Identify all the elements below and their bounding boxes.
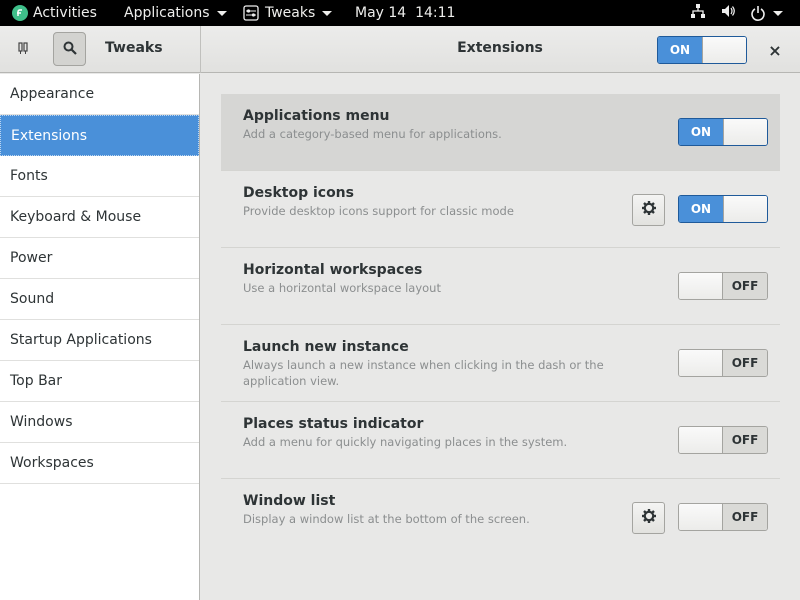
desktop-icons-switch[interactable]: ON [678,195,768,223]
switch-on-label: ON [679,119,723,145]
switch-off-label: OFF [723,427,767,453]
fedora-logo-icon [12,5,28,21]
sidebar: Appearance Extensions Fonts Keyboard & M… [0,74,200,600]
sidebar-item-windows[interactable]: Windows [0,402,199,443]
sidebar-item-fonts[interactable]: Fonts [0,156,199,197]
gear-icon [641,508,657,528]
page-title: Extensions [457,40,543,56]
sidebar-item-label: Startup Applications [10,332,152,348]
header-separator [200,26,201,73]
clock-label: May 14 14:11 [355,5,456,21]
applications-menu-switch[interactable]: ON [678,118,768,146]
extension-description: Add a category-based menu for applicatio… [243,127,502,141]
sidebar-item-workspaces[interactable]: Workspaces [0,443,199,484]
network-icon [690,3,706,23]
extension-title: Applications menu [243,108,390,124]
activities-button[interactable]: Activities [12,0,97,26]
app-menu-label: Tweaks [265,5,316,21]
search-button[interactable] [53,32,86,66]
clock[interactable]: May 14 14:11 [355,0,455,26]
sidebar-item-label: Workspaces [10,455,94,471]
extension-title: Places status indicator [243,416,424,432]
switch-off-label: OFF [723,504,767,530]
extension-description: Display a window list at the bottom of t… [243,512,530,526]
sidebar-item-startup-applications[interactable]: Startup Applications [0,320,199,361]
chevron-down-icon [216,10,227,16]
window-list-switch[interactable]: OFF [678,503,768,531]
extension-row-launch-new-instance: Launch new instance Always launch a new … [221,325,780,402]
extension-row-desktop-icons: Desktop icons Provide desktop icons supp… [221,171,780,248]
gear-icon [641,200,657,220]
extension-title: Window list [243,493,336,509]
places-status-indicator-switch[interactable]: OFF [678,426,768,454]
switch-off-label: OFF [723,350,767,376]
pin-icon [16,40,30,59]
sidebar-item-label: Extensions [11,127,88,144]
switch-knob [722,119,767,145]
volume-icon [720,3,736,23]
extension-row-window-list: Window list Display a window list at the… [221,479,780,556]
header-bar: Tweaks Extensions ON × [0,26,800,73]
switch-knob [679,504,724,530]
close-icon: × [768,40,782,60]
sidebar-item-appearance[interactable]: Appearance [0,74,199,115]
switch-on-label: ON [679,196,723,222]
applications-label: Applications [124,5,210,21]
sidebar-item-label: Keyboard & Mouse [10,209,142,225]
switch-knob [679,350,724,376]
sidebar-item-label: Windows [10,414,73,430]
activities-label: Activities [33,5,97,21]
launch-new-instance-switch[interactable]: OFF [678,349,768,377]
extension-title: Horizontal workspaces [243,262,423,278]
sidebar-item-sound[interactable]: Sound [0,279,199,320]
extension-row-horizontal-workspaces: Horizontal workspaces Use a horizontal w… [221,248,780,325]
sidebar-item-label: Appearance [10,86,95,102]
extension-row-applications-menu: Applications menu Add a category-based m… [221,94,780,171]
sidebar-item-label: Fonts [10,168,48,184]
chevron-down-icon [773,10,783,16]
switch-off-label: OFF [723,273,767,299]
search-icon [63,40,77,59]
extension-description: Always launch a new instance when clicki… [243,358,604,388]
extensions-panel: Applications menu Add a category-based m… [201,74,800,600]
sidebar-item-keyboard-mouse[interactable]: Keyboard & Mouse [0,197,199,238]
sidebar-title: Tweaks [105,40,163,56]
extension-description: Add a menu for quickly navigating places… [243,435,568,449]
extension-description: Provide desktop icons support for classi… [243,204,514,218]
extension-row-places-status-indicator: Places status indicator Add a menu for q… [221,402,780,479]
switch-knob [722,196,767,222]
switch-on-label: ON [658,37,702,63]
gnome-top-bar: Activities Applications Tweaks May 14 14… [0,0,800,26]
horizontal-workspaces-switch[interactable]: OFF [678,272,768,300]
close-button[interactable]: × [762,37,788,63]
sidebar-item-top-bar[interactable]: Top Bar [0,361,199,402]
sidebar-item-extensions[interactable]: Extensions [0,115,199,156]
extensions-global-switch[interactable]: ON [657,36,747,64]
sidebar-item-label: Top Bar [10,373,63,389]
window-list-settings-button[interactable] [632,502,665,534]
sidebar-item-power[interactable]: Power [0,238,199,279]
pin-button[interactable] [6,32,39,66]
power-icon [750,5,783,21]
chevron-down-icon [322,10,333,16]
desktop-icons-settings-button[interactable] [632,194,665,226]
switch-knob [679,273,724,299]
tweaks-app-icon [243,5,259,21]
sidebar-item-label: Power [10,250,53,266]
extension-title: Launch new instance [243,339,409,355]
switch-knob [701,37,746,63]
extension-title: Desktop icons [243,185,354,201]
app-menu[interactable]: Tweaks [243,0,333,26]
switch-knob [679,427,724,453]
system-menu[interactable] [690,0,783,26]
applications-menu[interactable]: Applications [124,0,227,26]
sidebar-item-label: Sound [10,291,55,307]
extension-description: Use a horizontal workspace layout [243,281,441,295]
